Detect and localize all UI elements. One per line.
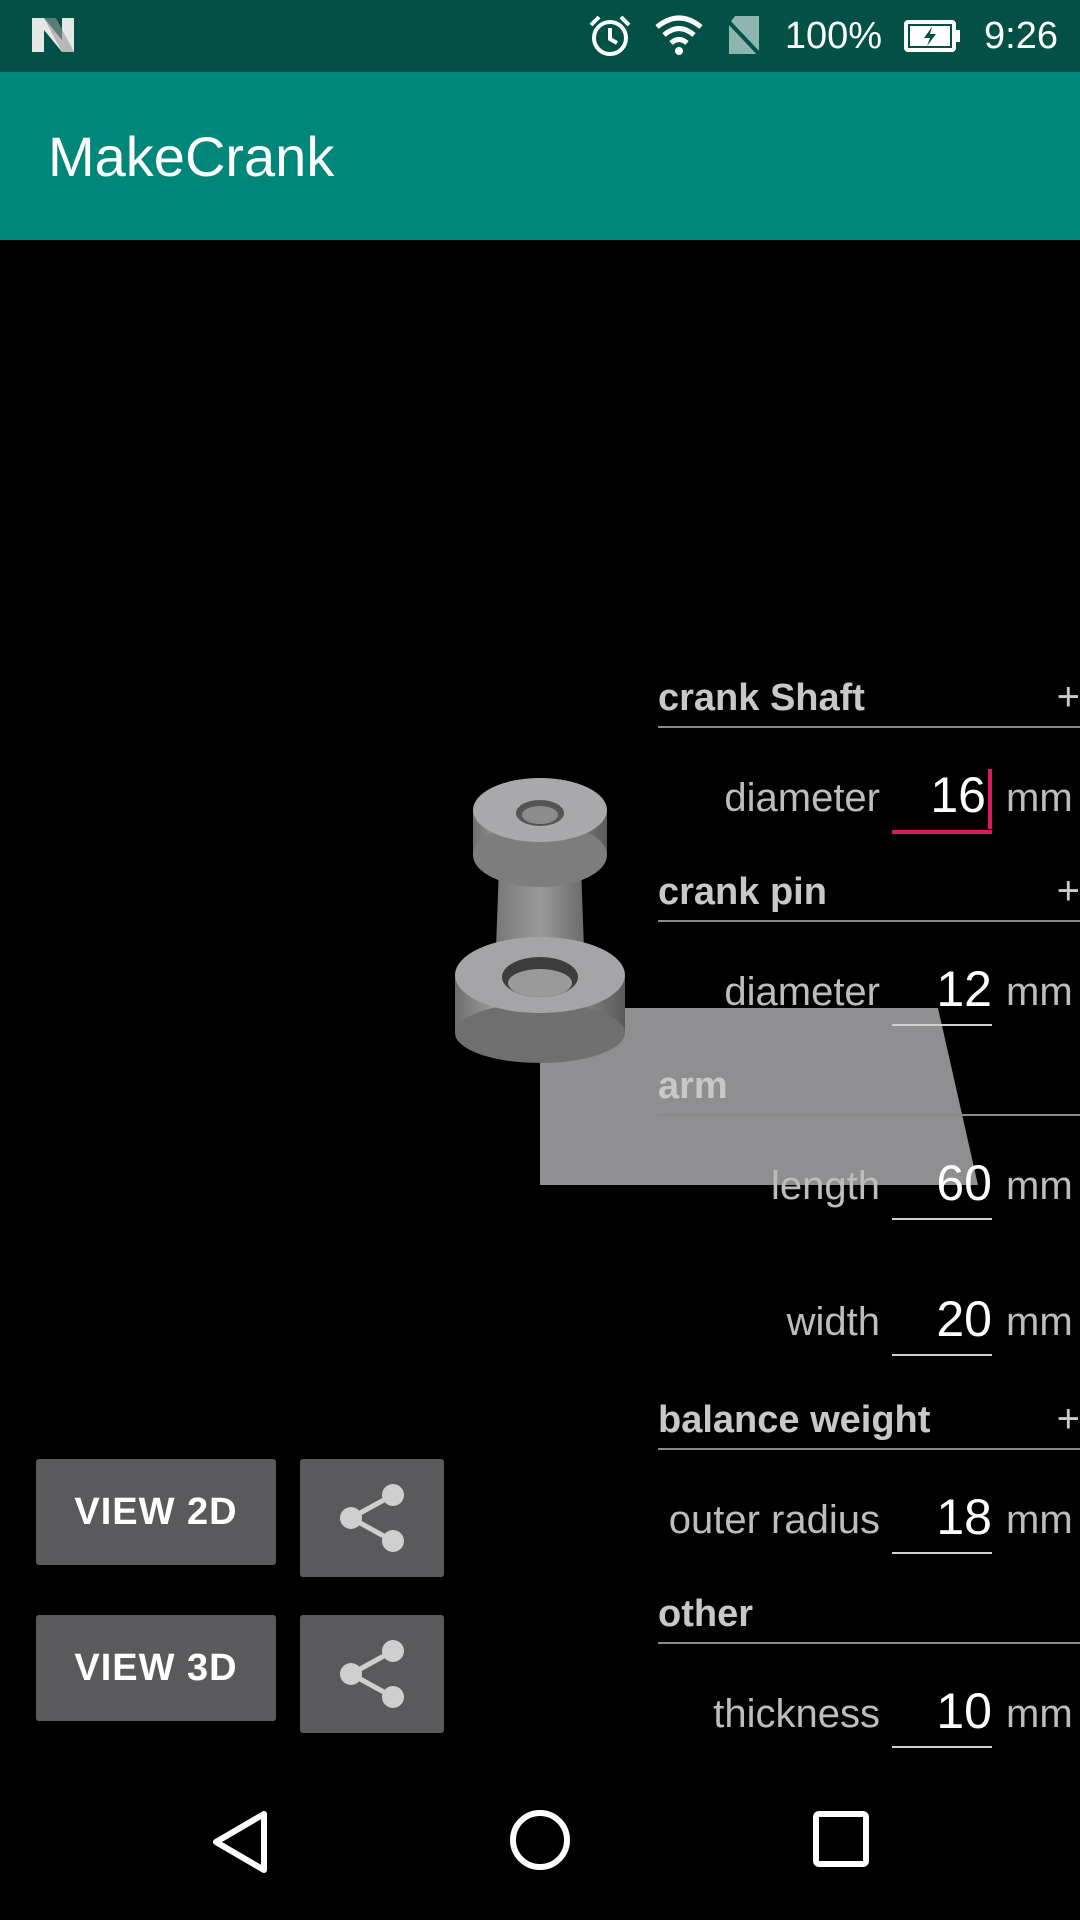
- recents-icon[interactable]: [812, 1810, 870, 1868]
- no-sim-icon: [725, 16, 763, 58]
- section-label: other: [658, 1593, 753, 1635]
- share-icon: [340, 1484, 404, 1552]
- section-label: crank Shaft: [658, 677, 865, 719]
- param-row-shaft-diameter: diameter 16 mm: [658, 754, 1080, 844]
- section-balance-weight[interactable]: balance weight +: [658, 1382, 1080, 1450]
- section-other: other: [658, 1576, 1080, 1644]
- arm-length-input[interactable]: 60: [892, 1148, 992, 1220]
- navigation-bar: [0, 1780, 1080, 1920]
- param-label: diameter: [724, 776, 880, 820]
- battery-percent: 100%: [784, 14, 883, 57]
- unit-label: mm: [1006, 970, 1073, 1014]
- app-title: MakeCrank: [48, 125, 335, 188]
- n-logo-icon: [32, 18, 74, 52]
- thickness-input[interactable]: 10: [892, 1676, 992, 1748]
- share-icon: [340, 1640, 404, 1708]
- param-label: width: [786, 1300, 880, 1344]
- unit-label: mm: [1006, 1692, 1073, 1736]
- param-row-arm-length: length 60 mm: [658, 1142, 1080, 1232]
- shaft-diameter-input[interactable]: 16: [892, 760, 992, 834]
- section-crank-pin[interactable]: crank pin +: [658, 854, 1080, 922]
- param-row-outer-radius: outer radius 18 mm: [658, 1476, 1080, 1566]
- param-row-thickness: thickness 10 mm: [658, 1670, 1080, 1760]
- view-2d-button[interactable]: VIEW 2D: [36, 1459, 276, 1565]
- section-label: crank pin: [658, 871, 827, 913]
- arm-width-input[interactable]: 20: [892, 1284, 992, 1356]
- wifi-icon: [655, 15, 703, 55]
- section-label: arm: [658, 1065, 728, 1107]
- param-label: length: [771, 1164, 880, 1208]
- outer-radius-input[interactable]: 18: [892, 1482, 992, 1554]
- section-arm: arm: [658, 1048, 1080, 1116]
- app-bar: MakeCrank: [0, 72, 1080, 240]
- battery-charging-icon: [904, 20, 961, 52]
- back-icon[interactable]: [210, 1810, 270, 1874]
- unit-label: mm: [1006, 1300, 1073, 1344]
- section-label: balance weight: [658, 1399, 931, 1441]
- param-label: outer radius: [668, 1498, 880, 1542]
- share-2d-button[interactable]: [300, 1459, 444, 1577]
- status-bar: 100% 9:26: [0, 0, 1080, 72]
- text-cursor: [988, 768, 992, 829]
- unit-label: mm: [1006, 1498, 1073, 1542]
- param-label: thickness: [713, 1692, 880, 1736]
- share-3d-button[interactable]: [300, 1615, 444, 1733]
- param-row-arm-width: width 20 mm: [658, 1278, 1080, 1368]
- pin-diameter-input[interactable]: 12: [892, 954, 992, 1026]
- view-3d-button[interactable]: VIEW 3D: [36, 1615, 276, 1721]
- home-icon[interactable]: [508, 1808, 572, 1872]
- expand-crank-shaft-button[interactable]: +: [1057, 675, 1080, 720]
- param-row-pin-diameter: diameter 12 mm: [658, 948, 1080, 1038]
- expand-balance-weight-button[interactable]: +: [1057, 1397, 1080, 1442]
- alarm-icon: [589, 15, 631, 56]
- section-crank-shaft[interactable]: crank Shaft +: [658, 660, 1080, 728]
- clock: 9:26: [984, 14, 1058, 57]
- unit-label: mm: [1006, 1164, 1073, 1208]
- parameters-panel: crank Shaft + diameter 16 mm crank pin +…: [658, 660, 1080, 1770]
- unit-label: mm: [1006, 776, 1073, 820]
- param-label: diameter: [724, 970, 880, 1014]
- expand-crank-pin-button[interactable]: +: [1057, 869, 1080, 914]
